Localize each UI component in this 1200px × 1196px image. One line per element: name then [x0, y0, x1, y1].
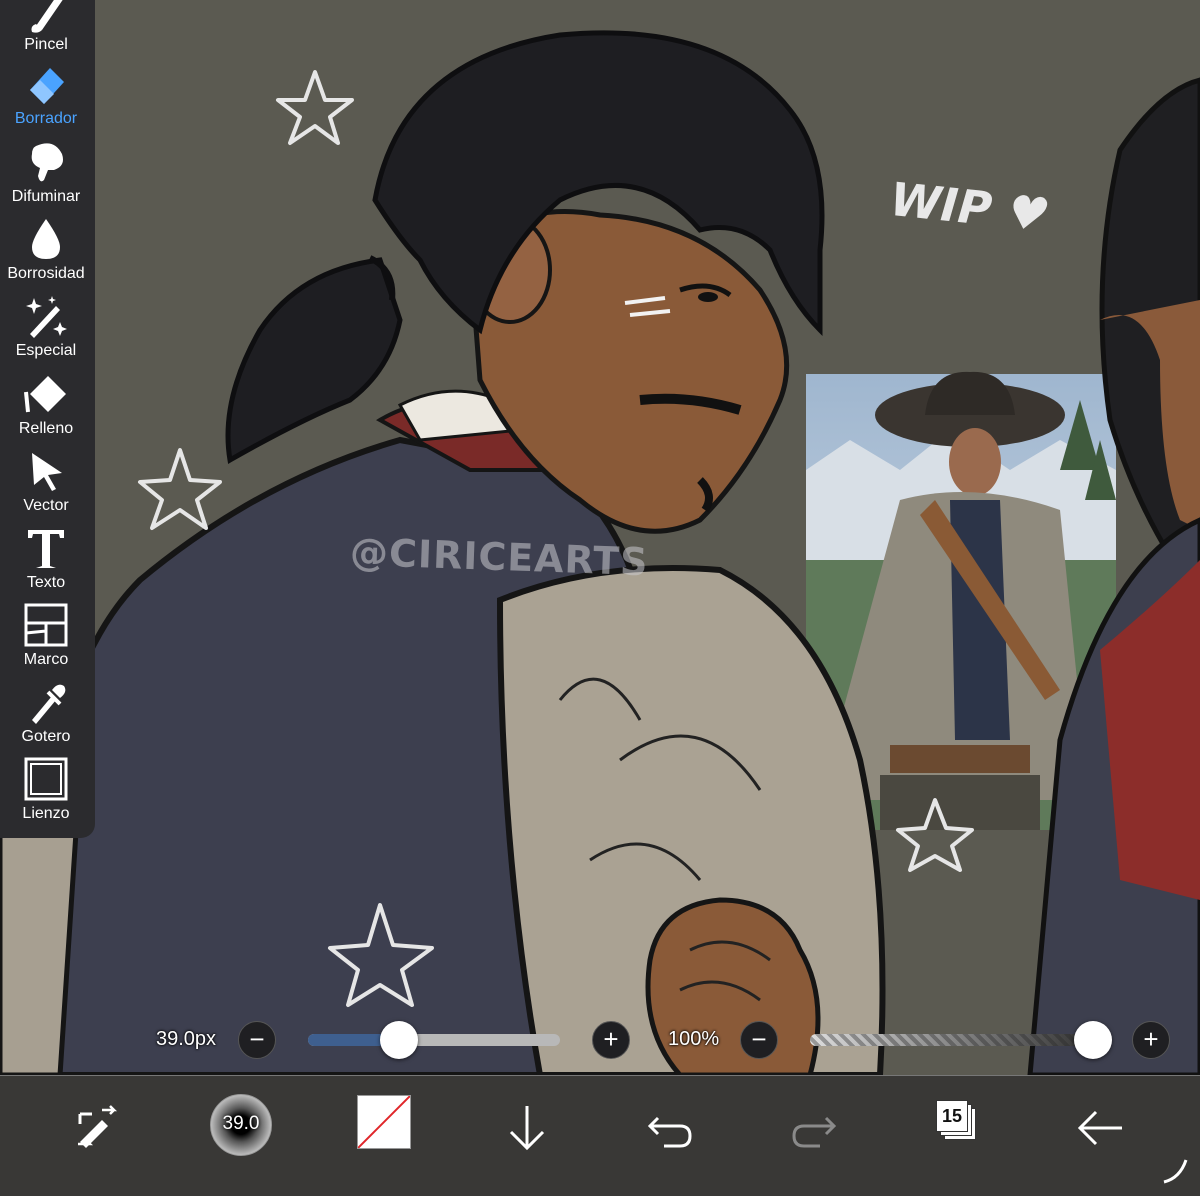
redo-icon[interactable] — [784, 1098, 844, 1158]
fill-bucket-icon — [24, 376, 66, 413]
tool-sidebar: Pincel Borrador Difuminar Borrosidad Esp… — [0, 0, 95, 838]
size-decrease-button[interactable]: − — [238, 1021, 276, 1059]
tool-label: Especial — [15, 342, 77, 359]
tool-marco[interactable]: Marco — [0, 603, 92, 669]
artwork — [0, 0, 1200, 1075]
brush-icon — [31, 0, 63, 33]
arrow-pointer-icon — [32, 453, 62, 491]
tool-label: Difuminar — [11, 188, 81, 205]
bottom-toolbar: 39.0 15 — [0, 1075, 1200, 1196]
tool-difuminar[interactable]: Difuminar — [0, 140, 92, 206]
tool-label: Texto — [26, 574, 66, 591]
magic-wand-icon — [26, 296, 67, 338]
tool-lienzo[interactable]: Lienzo — [0, 757, 92, 823]
opacity-decrease-button[interactable]: − — [740, 1021, 778, 1059]
tool-label: Gotero — [21, 728, 71, 745]
download-arrow-icon[interactable] — [497, 1098, 557, 1158]
brush-size-value: 39.0 — [222, 1113, 260, 1134]
transparent-color-icon — [357, 1095, 411, 1149]
text-icon — [28, 530, 64, 568]
opacity-slider-gradient — [810, 1034, 1110, 1046]
smudge-icon — [31, 143, 63, 182]
tool-label: Pincel — [24, 36, 68, 53]
layers-button[interactable]: 15 — [936, 1100, 976, 1140]
tool-texto[interactable]: Texto — [0, 526, 92, 592]
tool-pincel[interactable]: Pincel — [0, 0, 92, 54]
eraser-icon — [30, 68, 64, 104]
color-swatch-button[interactable] — [357, 1095, 411, 1149]
opacity-label: 100% — [668, 1028, 720, 1050]
tool-relleno[interactable]: Relleno — [0, 372, 92, 438]
tool-label: Marco — [23, 651, 69, 668]
tool-label: Vector — [23, 497, 69, 514]
back-arrow-icon[interactable] — [1070, 1098, 1130, 1158]
brush-size-button[interactable]: 39.0 — [210, 1094, 272, 1156]
blur-drop-icon — [32, 219, 60, 259]
opacity-increase-button[interactable]: + — [1132, 1021, 1170, 1059]
brush-size-label: 39.0px — [156, 1028, 217, 1050]
drawing-canvas[interactable]: @CIRICEARTS WIP ♥ — [0, 0, 1200, 1075]
tool-label: Borrador — [14, 110, 78, 127]
canvas-icon — [24, 757, 68, 801]
size-slider[interactable] — [308, 1034, 560, 1046]
frame-divider-icon — [24, 603, 68, 647]
tool-borrador[interactable]: Borrador — [0, 62, 92, 128]
tool-especial[interactable]: Especial — [0, 294, 92, 360]
tool-vector[interactable]: Vector — [0, 449, 92, 515]
tool-label: Relleno — [18, 420, 74, 437]
stylus-curve-icon[interactable] — [1160, 1154, 1192, 1186]
layer-count: 15 — [936, 1100, 968, 1132]
size-slider-thumb[interactable] — [379, 1021, 418, 1059]
tool-borrosidad[interactable]: Borrosidad — [0, 217, 92, 283]
tool-gotero[interactable]: Gotero — [0, 680, 92, 746]
eyedropper-icon — [32, 684, 66, 724]
undo-icon[interactable] — [640, 1098, 700, 1158]
opacity-slider-thumb[interactable] — [1074, 1021, 1112, 1059]
opacity-slider[interactable] — [810, 1034, 1110, 1046]
transform-tool-icon[interactable] — [66, 1098, 126, 1158]
size-increase-button[interactable]: + — [592, 1021, 630, 1059]
tool-label: Lienzo — [22, 805, 70, 822]
tool-label: Borrosidad — [7, 265, 85, 282]
